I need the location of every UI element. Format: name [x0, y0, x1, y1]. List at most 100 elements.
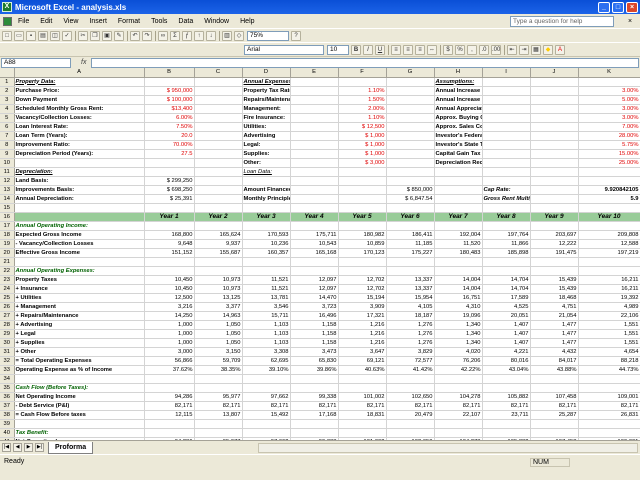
row-header[interactable]: 14 — [0, 194, 15, 204]
value-cell[interactable]: 168,800 — [144, 230, 195, 240]
value-cell[interactable] — [338, 221, 387, 231]
value-cell[interactable]: 102,650 — [386, 392, 435, 402]
new-icon[interactable]: □ — [2, 30, 12, 41]
cell-k11[interactable] — [578, 167, 640, 177]
value-cell[interactable]: 10,973 — [194, 275, 243, 285]
font-color-icon[interactable]: A — [555, 44, 565, 55]
menu-window[interactable]: Window — [204, 18, 229, 25]
row-header[interactable]: 33 — [0, 365, 15, 375]
cell-c10[interactable] — [194, 158, 243, 168]
cell-h1[interactable]: Assumptions: — [434, 77, 483, 87]
hyperlink-icon[interactable]: ∞ — [158, 30, 168, 41]
value-cell[interactable]: 1,340 — [434, 320, 483, 330]
cell-c12[interactable] — [194, 176, 243, 186]
cell-h4[interactable]: Annual Appreciation Rate: — [434, 104, 483, 114]
value-cell[interactable]: 4,751 — [530, 302, 579, 312]
cell-j3[interactable] — [530, 95, 579, 105]
help-icon[interactable]: ? — [291, 30, 301, 41]
value-cell[interactable]: 1,407 — [482, 320, 531, 330]
value-cell[interactable]: 1,216 — [338, 320, 387, 330]
value-cell[interactable]: 69,121 — [338, 356, 387, 366]
value-cell[interactable]: 1,276 — [386, 338, 435, 348]
cell-e3[interactable] — [290, 95, 339, 105]
cell-f8[interactable]: $ 1,000 — [338, 140, 387, 150]
row-label[interactable]: Operating Expense as % of Income — [14, 365, 145, 375]
cell-k6[interactable]: 7.00% — [578, 122, 640, 132]
cell-b2[interactable]: $ 950,000 — [144, 86, 195, 96]
cell-c13[interactable] — [194, 185, 243, 195]
value-cell[interactable] — [386, 221, 435, 231]
row-header[interactable]: 7 — [0, 131, 15, 141]
cell-a10[interactable] — [14, 158, 145, 168]
value-cell[interactable]: 15,711 — [242, 311, 291, 321]
value-cell[interactable]: 82,171 — [242, 401, 291, 411]
year-header-10[interactable]: Year 10 — [578, 212, 640, 222]
cell-d14[interactable]: Monthly Principle & Interest: — [242, 194, 291, 204]
value-cell[interactable] — [144, 266, 195, 276]
row-header[interactable]: 34 — [0, 374, 15, 384]
value-cell[interactable] — [386, 257, 435, 267]
value-cell[interactable] — [386, 374, 435, 384]
value-cell[interactable]: 4,989 — [578, 302, 640, 312]
value-cell[interactable]: 15,439 — [530, 275, 579, 285]
value-cell[interactable]: 95,977 — [194, 392, 243, 402]
row-label[interactable] — [14, 419, 145, 429]
cell-j9[interactable] — [530, 149, 579, 159]
column-header-e[interactable]: E — [290, 68, 339, 78]
cell-j7[interactable] — [530, 131, 579, 141]
cell-k7[interactable]: 28.00% — [578, 131, 640, 141]
row-label[interactable]: Expected Gross Income — [14, 230, 145, 240]
row-header[interactable]: 37 — [0, 401, 15, 411]
decrease-decimal-icon[interactable]: .00 — [491, 44, 501, 55]
cell-j5[interactable] — [530, 113, 579, 123]
workbook-close-icon[interactable]: × — [628, 18, 636, 25]
cell-i1[interactable] — [482, 77, 531, 87]
value-cell[interactable]: 1,477 — [530, 338, 579, 348]
value-cell[interactable]: 40.63% — [338, 365, 387, 375]
row-header[interactable]: 30 — [0, 338, 15, 348]
row-label[interactable]: + Repairs/Maintenance — [14, 311, 145, 321]
value-cell[interactable]: 13,807 — [194, 410, 243, 420]
value-cell[interactable]: 185,898 — [482, 248, 531, 258]
cell-e1[interactable] — [290, 77, 339, 87]
cut-icon[interactable]: ✂ — [78, 30, 88, 41]
value-cell[interactable]: 14,704 — [482, 275, 531, 285]
value-cell[interactable]: 12,097 — [290, 284, 339, 294]
value-cell[interactable]: 3,308 — [242, 347, 291, 357]
first-sheet-icon[interactable]: |◀ — [2, 443, 11, 452]
value-cell[interactable] — [482, 266, 531, 276]
cell-i5[interactable] — [482, 113, 531, 123]
cell-j12[interactable] — [530, 176, 579, 186]
value-cell[interactable] — [290, 428, 339, 438]
row-header[interactable]: 17 — [0, 221, 15, 231]
value-cell[interactable]: 10,543 — [290, 239, 339, 249]
value-cell[interactable]: 11,520 — [434, 239, 483, 249]
value-cell[interactable]: 82,171 — [194, 401, 243, 411]
borders-icon[interactable]: ▦ — [531, 44, 541, 55]
cell-g13[interactable]: $ 850,000 — [386, 185, 435, 195]
cell-c14[interactable] — [194, 194, 243, 204]
cell-i9[interactable] — [482, 149, 531, 159]
open-icon[interactable]: ▭ — [14, 30, 24, 41]
value-cell[interactable]: 1,477 — [530, 320, 579, 330]
value-cell[interactable]: 11,866 — [482, 239, 531, 249]
value-cell[interactable]: 39.86% — [290, 365, 339, 375]
value-cell[interactable]: 82,171 — [434, 401, 483, 411]
font-select[interactable]: Arial — [244, 44, 324, 55]
value-cell[interactable] — [530, 266, 579, 276]
value-cell[interactable]: 99,338 — [290, 392, 339, 402]
row-label[interactable]: + Legal — [14, 329, 145, 339]
spelling-icon[interactable]: ✓ — [62, 30, 72, 41]
value-cell[interactable] — [482, 428, 531, 438]
column-header-h[interactable]: H — [434, 68, 483, 78]
value-cell[interactable] — [386, 383, 435, 393]
value-cell[interactable]: 82,171 — [578, 401, 640, 411]
cell-i10[interactable] — [482, 158, 531, 168]
cell-h7[interactable]: Investor's Federal Tax Bracket: — [434, 131, 483, 141]
value-cell[interactable]: 3,377 — [194, 302, 243, 312]
row-header[interactable]: 1 — [0, 77, 15, 87]
cell-b3[interactable]: $ 100,000 — [144, 95, 195, 105]
cell-k9[interactable]: 15.00% — [578, 149, 640, 159]
cell-i2[interactable] — [482, 86, 531, 96]
cell-f12[interactable] — [338, 176, 387, 186]
